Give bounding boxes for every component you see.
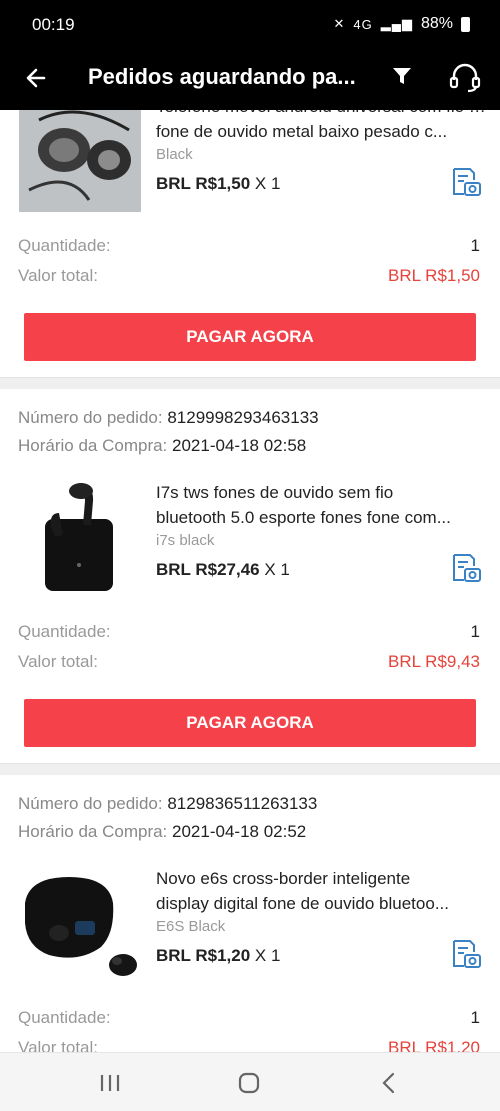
orders-list[interactable]: Telefone móvel android universal com fio… bbox=[0, 110, 500, 1052]
product-price: BRL R$27,46 X 1 bbox=[156, 560, 290, 579]
quantity-row: Quantidade: 1 bbox=[18, 236, 480, 255]
divider bbox=[0, 377, 500, 389]
total-value: BRL R$1,50 bbox=[388, 266, 480, 285]
order-card: Número do pedido: 8129836511263133 Horár… bbox=[0, 776, 500, 1052]
order-snapshot-icon[interactable] bbox=[450, 938, 482, 970]
pay-now-button[interactable]: PAGAR AGORA bbox=[24, 699, 476, 747]
product-variant: i7s black bbox=[156, 532, 215, 549]
order-number: Número do pedido: 8129998293463133 bbox=[18, 408, 319, 427]
product-variant: E6S Black bbox=[156, 918, 226, 935]
back-icon[interactable] bbox=[376, 1071, 402, 1095]
status-bar: 00:19 ✕ 4G ▂▄▆ 88% bbox=[0, 0, 500, 50]
total-value: BRL R$9,43 bbox=[388, 652, 480, 671]
order-card: Número do pedido: 8129998293463133 Horár… bbox=[0, 390, 500, 763]
quantity-value: 1 bbox=[470, 622, 480, 641]
recents-icon[interactable] bbox=[97, 1071, 123, 1095]
purchase-time: Horário da Compra: 2021-04-18 02:52 bbox=[18, 822, 307, 841]
quantity-row: Quantidade: 1 bbox=[18, 622, 480, 641]
product-image[interactable] bbox=[19, 863, 141, 985]
system-nav-bar bbox=[0, 1052, 500, 1111]
order-snapshot-icon[interactable] bbox=[450, 166, 482, 198]
battery-percent: 88% bbox=[420, 15, 453, 32]
back-arrow-icon[interactable] bbox=[22, 63, 52, 93]
product-name[interactable]: Telefone móvel android universal com fio… bbox=[156, 110, 486, 144]
product-name[interactable]: I7s tws fones de ouvido sem fio bluetoot… bbox=[156, 480, 486, 530]
mute-icon: ✕ bbox=[333, 16, 346, 31]
battery-icon bbox=[461, 16, 470, 32]
divider bbox=[0, 763, 500, 775]
product-price: BRL R$1,20 X 1 bbox=[156, 946, 281, 965]
status-time: 00:19 bbox=[32, 15, 75, 34]
purchase-time: Horário da Compra: 2021-04-18 02:58 bbox=[18, 436, 307, 455]
app-bar: Pedidos aguardando pa... bbox=[0, 50, 500, 110]
product-name[interactable]: Novo e6s cross-border inteligente displa… bbox=[156, 866, 486, 916]
product-image[interactable] bbox=[19, 477, 141, 599]
total-value: BRL R$1,20 bbox=[388, 1038, 480, 1052]
order-card: Telefone móvel android universal com fio… bbox=[0, 110, 500, 377]
order-snapshot-icon[interactable] bbox=[450, 552, 482, 584]
network-label: 4G bbox=[353, 16, 373, 32]
status-icons: ✕ 4G ▂▄▆ 88% bbox=[333, 15, 470, 33]
home-icon[interactable] bbox=[236, 1071, 262, 1095]
signal-icon: ▂▄▆ bbox=[380, 16, 413, 31]
pay-now-button[interactable]: PAGAR AGORA bbox=[24, 313, 476, 361]
quantity-value: 1 bbox=[470, 236, 480, 255]
product-image[interactable] bbox=[19, 110, 141, 212]
product-price: BRL R$1,50 X 1 bbox=[156, 174, 281, 193]
headset-icon[interactable] bbox=[448, 62, 482, 94]
order-number: Número do pedido: 8129836511263133 bbox=[18, 794, 318, 813]
page-title: Pedidos aguardando pa... bbox=[88, 64, 356, 89]
quantity-row: Quantidade: 1 bbox=[18, 1008, 480, 1027]
total-row: Valor total: BRL R$1,20 bbox=[18, 1038, 482, 1052]
total-row: Valor total: BRL R$1,50 bbox=[18, 266, 480, 285]
product-variant: Black bbox=[156, 146, 193, 163]
total-row: Valor total: BRL R$9,43 bbox=[18, 652, 480, 671]
filter-icon[interactable] bbox=[390, 64, 414, 88]
quantity-value: 1 bbox=[470, 1008, 480, 1027]
